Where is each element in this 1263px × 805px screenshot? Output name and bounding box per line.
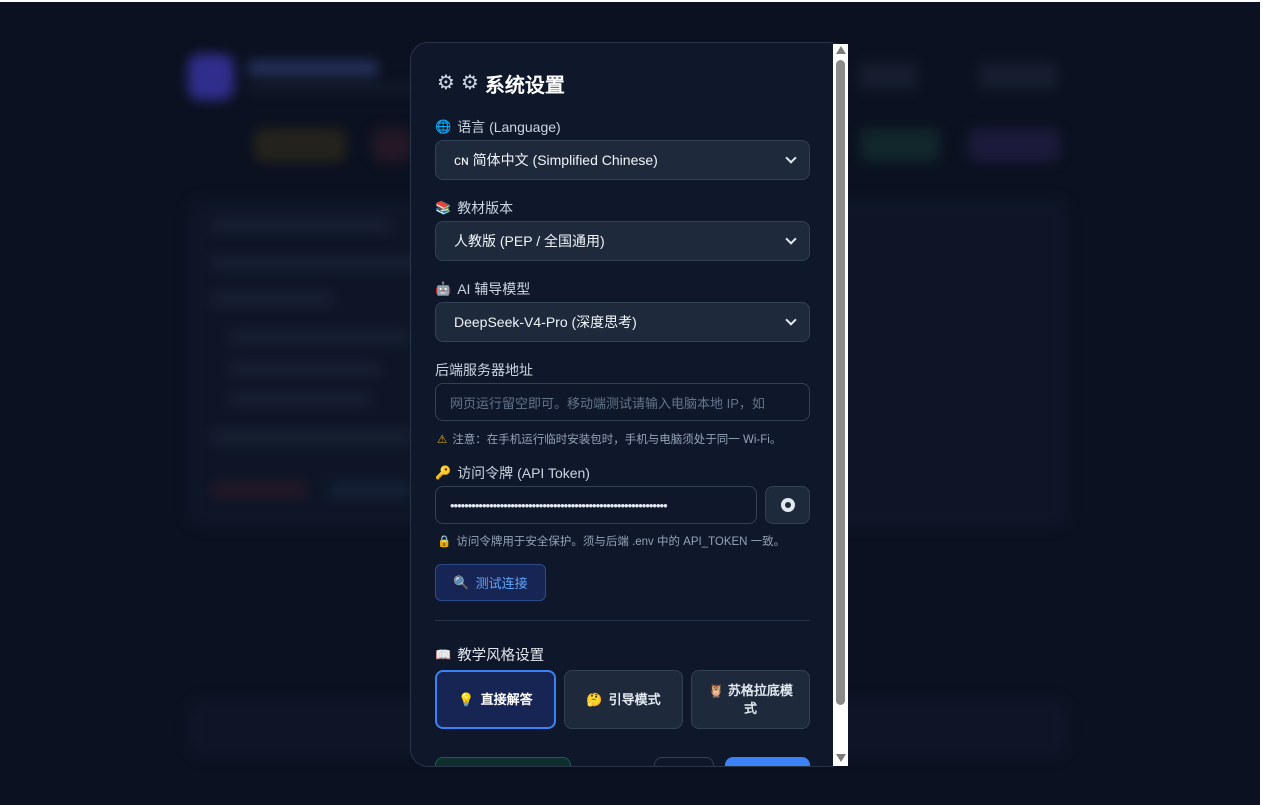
cancel-button[interactable] (654, 757, 714, 766)
key-icon: 🔑 (435, 465, 452, 480)
api-token-value: ••••••••••••••••••••••••••••••••••••••••… (450, 497, 668, 513)
chevron-down-icon (785, 233, 797, 245)
style-option-label: 直接解答 (480, 691, 533, 707)
toggle-token-visibility-button[interactable] (765, 486, 810, 524)
books-icon: 📚 (435, 200, 452, 215)
robot-icon: 🤖 (435, 281, 452, 296)
bg-text-line (230, 332, 410, 342)
textbook-select[interactable]: 人教版 (PEP / 全国通用) (435, 221, 810, 261)
teaching-style-options: 💡 直接解答 🤔 引导模式 🦉 苏格拉底模式 (435, 670, 810, 729)
settings-modal: ⚙ ⚙ 系统设置 🌐 语言 (Language) ᴄɴ 简体中文 (Simpli… (410, 42, 848, 767)
app-logo (188, 54, 234, 100)
gear-icon: ⚙ (437, 72, 455, 94)
token-label-row: 🔑 访问令牌 (API Token) (435, 463, 590, 483)
api-token-input[interactable]: ••••••••••••••••••••••••••••••••••••••••… (435, 486, 757, 524)
language-select[interactable]: ᴄɴ 简体中文 (Simplified Chinese) (435, 140, 810, 180)
teaching-style-label: 教学风格设置 (457, 648, 545, 664)
style-option-direct[interactable]: 💡 直接解答 (435, 670, 556, 729)
section-divider (435, 620, 810, 621)
language-selected-text: 简体中文 (Simplified Chinese) (472, 152, 658, 168)
bg-subject-chip (968, 128, 1060, 162)
language-label: 语言 (Language) (457, 119, 561, 135)
language-label-row: 🌐 语言 (Language) (435, 117, 561, 137)
language-select-value: ᴄɴ 简体中文 (Simplified Chinese) (454, 150, 787, 170)
bg-subject-chip (372, 128, 412, 162)
teaching-style-label-row: 📖 教学风格设置 (435, 644, 544, 665)
style-option-label: 引导模式 (608, 691, 661, 707)
lock-icon: 🔒 (437, 536, 452, 548)
token-note-text: 访问令牌用于安全保护。须与后端 .env 中的 API_TOKEN 一致。 (456, 536, 786, 548)
bg-action-chip (212, 482, 307, 498)
ai-model-label: AI 辅导模型 (457, 281, 531, 297)
modal-title-row: ⚙ ⚙ 系统设置 (437, 69, 565, 97)
bulb-icon: 💡 (458, 691, 475, 707)
gear-icon: ⚙ (460, 72, 479, 94)
magnifier-icon: 🔍 (453, 574, 470, 590)
server-address-placeholder: 网页运行留空即可。移动端测试请输入电脑本地 IP，如 (450, 395, 765, 411)
style-option-socratic-content: 🦉 苏格拉底模式 (704, 682, 797, 717)
token-note: 🔒 访问令牌用于安全保护。须与后端 .env 中的 API_TOKEN 一致。 (437, 533, 785, 549)
bg-text-line (212, 220, 392, 230)
server-label-row: 后端服务器地址 (435, 360, 533, 380)
textbook-label: 教材版本 (457, 200, 514, 216)
style-option-label: 苏格拉底模式 (727, 682, 793, 716)
bottom-action-button[interactable] (435, 757, 571, 766)
modal-title: 系统设置 (484, 74, 565, 97)
server-address-input[interactable]: 网页运行留空即可。移动端测试请输入电脑本地 IP，如 (435, 383, 810, 421)
server-note-text: 注意：在手机运行临时安装包时，手机与电脑须处于同一 Wi-Fi。 (452, 434, 782, 446)
warning-icon: ⚠ (437, 434, 448, 446)
textbook-selected-text: 人教版 (PEP / 全国通用) (454, 233, 605, 249)
server-note: ⚠ 注意：在手机运行临时安装包时，手机与电脑须处于同一 Wi-Fi。 (437, 431, 781, 447)
save-button[interactable] (725, 757, 810, 766)
test-connection-button[interactable]: 🔍 测试连接 (435, 564, 546, 601)
chevron-down-icon (785, 152, 797, 164)
server-label: 后端服务器地址 (435, 362, 533, 378)
globe-icon: 🌐 (435, 119, 452, 134)
bg-subject-chip (254, 128, 346, 162)
settings-modal-content[interactable]: ⚙ ⚙ 系统设置 🌐 语言 (Language) ᴄɴ 简体中文 (Simpli… (411, 43, 835, 766)
book-icon: 📖 (435, 646, 452, 662)
textbook-label-row: 📚 教材版本 (435, 198, 513, 218)
scroll-up-arrow-icon[interactable] (836, 46, 846, 54)
language-flag-prefix: ᴄɴ (454, 152, 469, 168)
bg-header-button (978, 62, 1058, 90)
ai-model-label-row: 🤖 AI 辅导模型 (435, 279, 530, 299)
app-title-placeholder (248, 60, 378, 76)
eye-icon (780, 498, 795, 512)
scrollbar-thumb[interactable] (836, 60, 845, 705)
ai-model-select[interactable]: DeepSeek-V4-Pro (深度思考) (435, 302, 810, 342)
thinking-icon: 🤔 (586, 691, 603, 707)
scroll-down-arrow-icon[interactable] (836, 754, 846, 762)
style-option-socratic[interactable]: 🦉 苏格拉底模式 (691, 670, 810, 729)
chevron-down-icon (785, 314, 797, 326)
owl-icon: 🦉 (708, 682, 725, 698)
test-connection-label: 测试连接 (475, 576, 528, 591)
bg-action-chip (330, 482, 410, 498)
style-option-guided[interactable]: 🤔 引导模式 (564, 670, 683, 729)
bg-text-line (230, 394, 370, 404)
bg-text-line (230, 364, 380, 374)
bg-subject-chip (860, 128, 940, 162)
bg-text-line (212, 432, 412, 442)
ai-model-selected-text: DeepSeek-V4-Pro (深度思考) (454, 314, 637, 330)
bg-header-button (858, 62, 918, 90)
bg-text-line (212, 294, 332, 304)
token-label: 访问令牌 (API Token) (457, 465, 590, 481)
